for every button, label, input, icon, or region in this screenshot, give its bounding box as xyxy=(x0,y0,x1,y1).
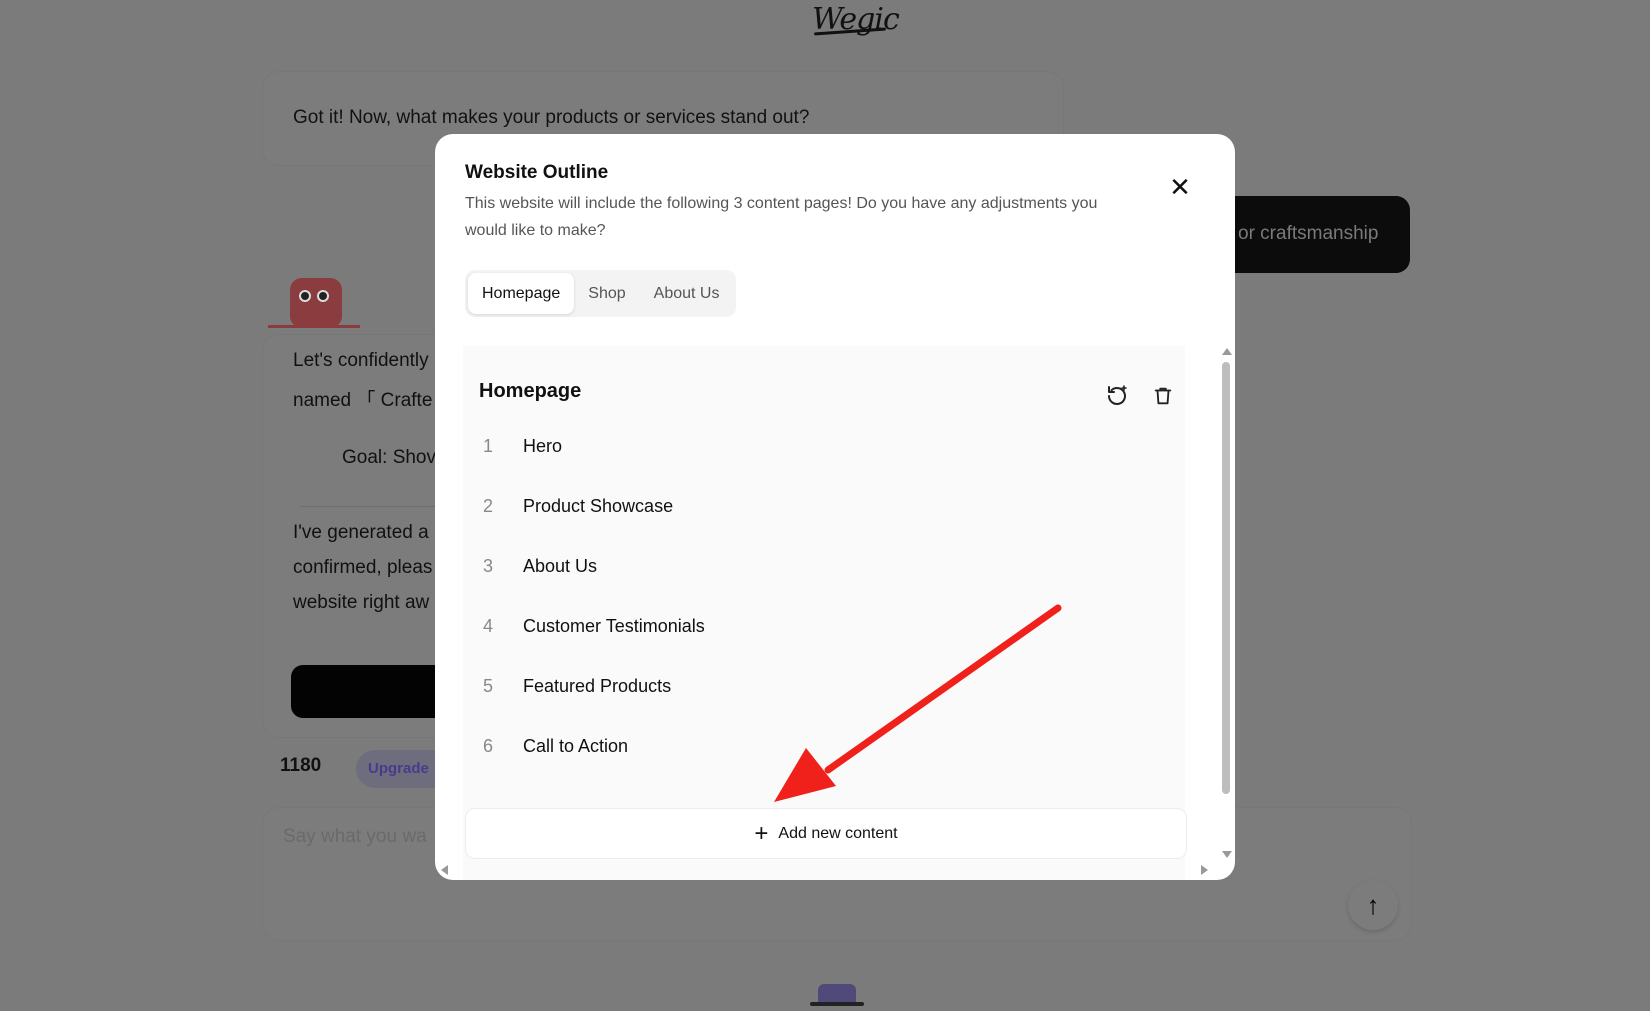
item-label: About Us xyxy=(523,555,598,576)
scroll-up-arrow-icon[interactable] xyxy=(1222,348,1232,355)
generated-line-3: website right aw xyxy=(293,592,430,613)
tab-shop[interactable]: Shop xyxy=(574,273,639,314)
page-tabs: Homepage Shop About Us xyxy=(465,270,737,317)
tab-about-us[interactable]: About Us xyxy=(640,273,734,314)
user-answer-text: or craftsmanship xyxy=(1238,223,1379,244)
plus-icon: + xyxy=(754,819,769,847)
item-label: Call to Action xyxy=(523,735,629,756)
list-item[interactable]: 5 Featured Products xyxy=(463,656,1163,716)
regenerate-icon xyxy=(1108,385,1127,405)
close-icon: ✕ xyxy=(1169,171,1191,202)
add-new-content-button[interactable]: + Add new content xyxy=(465,808,1187,859)
mascot-eye-icon xyxy=(299,290,311,302)
vertical-scrollbar[interactable] xyxy=(1220,348,1232,858)
scroll-thumb[interactable] xyxy=(1222,362,1230,794)
mascot-eye-icon xyxy=(317,290,329,302)
goal-text: Goal: Shov xyxy=(342,447,436,468)
item-number: 2 xyxy=(483,495,494,516)
close-button[interactable]: ✕ xyxy=(1165,172,1195,202)
list-item[interactable]: 3 About Us xyxy=(463,536,1163,596)
scroll-left-arrow-icon[interactable] xyxy=(441,865,448,875)
reply-line-2: named 「 Crafte xyxy=(293,390,433,411)
item-number: 5 xyxy=(483,675,494,696)
reply-line-1: Let's confidently xyxy=(293,350,429,371)
scroll-down-arrow-icon[interactable] xyxy=(1222,851,1232,858)
arrow-up-icon: ↑ xyxy=(1366,889,1380,920)
bottom-mascot-base xyxy=(810,1002,864,1006)
list-item[interactable]: 4 Customer Testimonials xyxy=(463,596,1163,656)
item-number: 4 xyxy=(483,615,494,636)
delete-button[interactable] xyxy=(1149,382,1177,410)
section-title: Homepage xyxy=(479,380,582,402)
section-list: 1 Hero 2 Product Showcase 3 About Us 4 Custo… xyxy=(463,416,1163,776)
chat-input-placeholder: Say what you wa xyxy=(283,826,427,847)
generated-line-1: I've generated a xyxy=(293,522,429,543)
item-number: 1 xyxy=(483,435,494,456)
mascot-legs xyxy=(268,318,360,328)
modal-description: This website will include the following … xyxy=(465,195,1098,239)
send-button[interactable]: ↑ xyxy=(1348,880,1398,930)
modal-title: Website Outline xyxy=(465,162,609,183)
generated-line-2: confirmed, pleas xyxy=(293,557,433,578)
item-label: Product Showcase xyxy=(523,495,674,516)
item-number: 6 xyxy=(483,735,494,756)
list-item[interactable]: 6 Call to Action xyxy=(463,716,1163,776)
website-outline-modal: Website Outline This website will includ… xyxy=(435,134,1235,880)
add-new-content-label: Add new content xyxy=(778,824,898,842)
upgrade-label: Upgrade xyxy=(368,760,429,777)
tab-homepage[interactable]: Homepage xyxy=(468,273,575,314)
assistant-question-text: Got it! Now, what makes your products or… xyxy=(293,107,810,128)
credits-count: 1180 xyxy=(280,755,322,776)
item-label: Featured Products xyxy=(523,675,672,696)
trash-icon xyxy=(1154,387,1172,405)
list-item[interactable]: 2 Product Showcase xyxy=(463,476,1163,536)
goal-row: Goal: Shov xyxy=(300,447,440,507)
item-label: Hero xyxy=(523,435,563,456)
item-number: 3 xyxy=(483,555,494,576)
bottom-mascot-icon xyxy=(818,984,856,1004)
regenerate-button[interactable] xyxy=(1103,382,1131,410)
outline-content: Homepage 1 Hero 2 Product Showcase 3 About … xyxy=(463,346,1187,880)
scroll-right-arrow-icon[interactable] xyxy=(1201,865,1208,875)
item-label: Customer Testimonials xyxy=(523,615,705,636)
list-item[interactable]: 1 Hero xyxy=(463,416,1163,476)
